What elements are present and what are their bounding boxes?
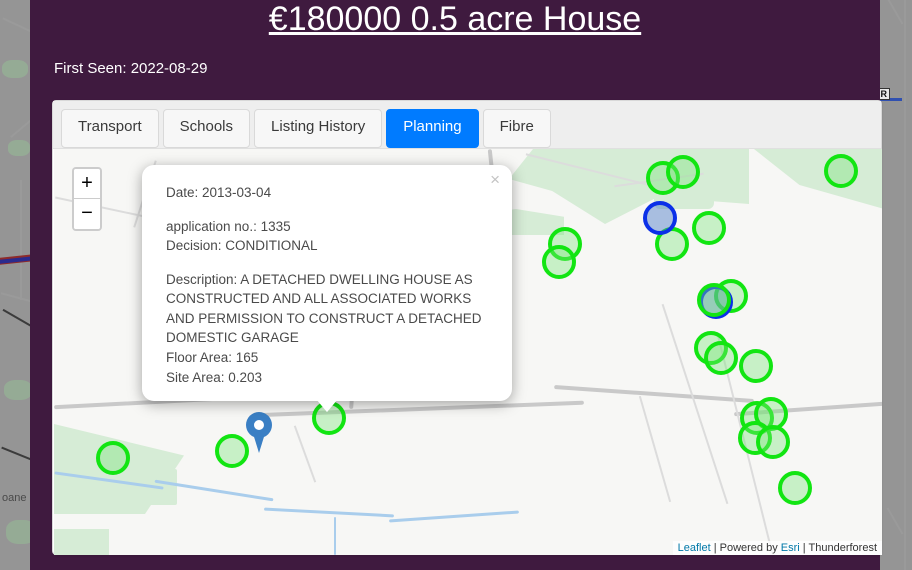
background-road: [904, 0, 906, 570]
map-river: [264, 507, 394, 518]
pin-center-dot: [254, 420, 264, 430]
map-road: [638, 395, 672, 503]
map-road: [554, 385, 754, 403]
popup-date: Date: 2013-03-04: [166, 185, 272, 200]
planning-marker[interactable]: [96, 441, 130, 475]
attrib-powered-by: Powered by: [719, 542, 781, 554]
first-seen-text: First Seen: 2022-08-29: [54, 60, 208, 77]
planning-marker[interactable]: [692, 211, 726, 245]
planning-marker[interactable]: [697, 283, 731, 317]
attrib-thunderforest: Thunderforest: [808, 542, 877, 554]
popup-application-no: application no.: 1335: [166, 218, 291, 234]
close-icon[interactable]: ×: [490, 171, 500, 188]
esri-link[interactable]: Esri: [781, 542, 800, 554]
popup-floor-area: Floor Area: 165: [166, 349, 259, 365]
background-road: [20, 180, 22, 300]
attrib-sep: |: [710, 542, 720, 554]
page-body: €180000 0.5 acre House First Seen: 2022-…: [30, 0, 882, 570]
planning-marker-selected[interactable]: [643, 201, 677, 235]
planning-marker[interactable]: [666, 155, 700, 189]
planning-marker[interactable]: [824, 154, 858, 188]
planning-marker[interactable]: [542, 245, 576, 279]
map-road: [254, 400, 584, 418]
popup-spacer: [166, 256, 488, 270]
tab-bar: Transport Schools Listing History Planni…: [53, 101, 881, 149]
planning-marker[interactable]: [756, 425, 790, 459]
background-place-label: oane: [2, 492, 27, 504]
map-green-area: [754, 149, 882, 209]
popup-spacer: [166, 203, 488, 217]
planning-marker[interactable]: [215, 434, 249, 468]
planning-popup: × Date: 2013-03-04 application no.: 1335…: [142, 165, 512, 413]
leaflet-link[interactable]: Leaflet: [678, 542, 711, 554]
planning-map[interactable]: + − × Date: 2013-03-04 application no.: …: [54, 149, 882, 555]
planning-marker[interactable]: [739, 349, 773, 383]
property-location-pin[interactable]: [246, 412, 272, 453]
planning-marker[interactable]: [704, 341, 738, 375]
map-road: [293, 425, 317, 483]
zoom-in-button[interactable]: +: [74, 169, 100, 199]
zoom-control: + −: [72, 167, 102, 231]
planning-marker[interactable]: [778, 471, 812, 505]
background-green-area: [8, 140, 30, 156]
tab-schools[interactable]: Schools: [162, 109, 251, 148]
popup-site-area: Site Area: 0.203: [166, 369, 263, 385]
attrib-sep: |: [799, 542, 809, 554]
map-attribution: Leaflet | Powered by Esri | Thunderfores…: [672, 541, 882, 555]
page-title: €180000 0.5 acre House: [268, 0, 642, 38]
map-river: [334, 517, 336, 555]
tab-transport[interactable]: Transport: [61, 109, 159, 148]
details-card: Transport Schools Listing History Planni…: [52, 100, 882, 555]
tab-fibre[interactable]: Fibre: [482, 109, 551, 148]
background-green-area: [4, 380, 32, 400]
popup-decision: Decision: CONDITIONAL: [166, 238, 318, 254]
background-green-area: [2, 60, 28, 78]
map-river: [389, 510, 519, 523]
tab-planning[interactable]: Planning: [386, 109, 479, 148]
map-green-area: [54, 529, 109, 555]
popup-description: Description: A DETACHED DWELLING HOUSE A…: [166, 271, 482, 346]
zoom-out-button[interactable]: −: [74, 199, 100, 229]
tab-listing-history[interactable]: Listing History: [254, 109, 383, 148]
